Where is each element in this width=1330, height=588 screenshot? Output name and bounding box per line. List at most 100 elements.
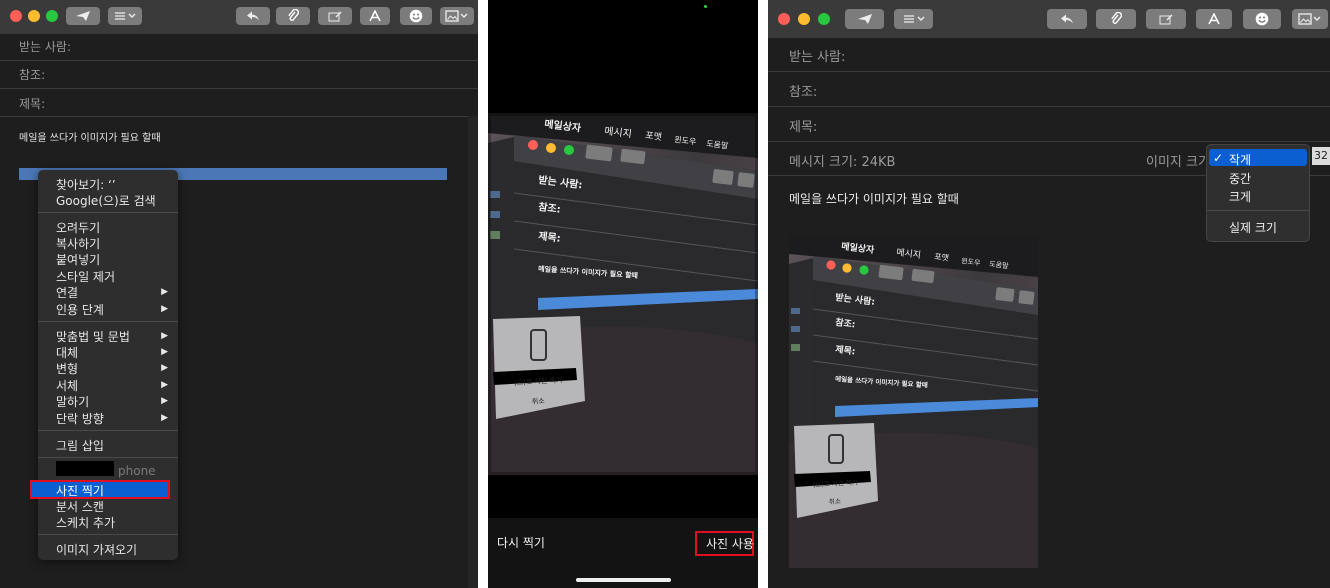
menu-item-spelling-grammar[interactable]: 맞춤법 및 문법 xyxy=(56,328,130,345)
cc-label: 참조: xyxy=(789,85,818,100)
menu-item-take-photo[interactable]: 사진 찍기 xyxy=(56,482,104,499)
photo-popup-cancel: 취소 xyxy=(532,397,546,406)
minimize-window-button[interactable] xyxy=(798,13,810,25)
device-name-suffix: phone xyxy=(118,464,156,478)
size-option-small[interactable]: 작게 xyxy=(1229,151,1251,168)
menu-item-look-up[interactable]: 찾아보기: ‘’ xyxy=(56,176,116,193)
menu-item-substitutions[interactable]: 대체 xyxy=(56,344,78,361)
menu-separator xyxy=(38,430,178,431)
menu-separator xyxy=(38,534,178,535)
send-button[interactable] xyxy=(66,7,100,25)
menu-item-google-search[interactable]: Google(으)로 검색 xyxy=(56,192,156,209)
captured-photo-preview: 메일상자 메시지 포맷 윈도우 도움말 받는 사람: 참조: 제목: 메일을 쓰… xyxy=(488,113,758,475)
dropdown-selected-highlight xyxy=(1209,149,1307,166)
retake-button[interactable]: 다시 찍기 xyxy=(497,534,545,551)
close-window-button[interactable] xyxy=(10,10,22,22)
left-compose-window: 받는 사람: 참조: 제목: 메일을 쓰다가 이미지가 필요 할때 찾아보기: … xyxy=(0,0,478,588)
menu-item-insert-drawing[interactable]: 그림 삽입 xyxy=(56,437,104,454)
markup-button[interactable] xyxy=(318,7,352,25)
zoom-window-button[interactable] xyxy=(818,13,830,25)
menu-separator xyxy=(38,457,178,458)
menu-item-paragraph-direction[interactable]: 단락 방향 xyxy=(56,410,104,427)
menu-item-speech[interactable]: 말하기 xyxy=(56,393,89,410)
photo-menu-format: 포맷 xyxy=(645,130,663,143)
attach-button[interactable] xyxy=(276,7,310,25)
photo-browser-button[interactable] xyxy=(440,7,474,25)
send-button[interactable] xyxy=(845,9,884,29)
cc-field[interactable]: 참조: xyxy=(0,61,478,89)
home-indicator xyxy=(576,578,671,582)
scrollbar-track[interactable] xyxy=(468,116,478,588)
menu-item-transformations[interactable]: 변형 xyxy=(56,360,78,377)
subject-field[interactable]: 제목: xyxy=(768,107,1330,142)
photo-browser-icon xyxy=(445,10,468,22)
zoom-window-button[interactable] xyxy=(46,10,58,22)
menu-item-cut[interactable]: 오려두기 xyxy=(56,219,100,236)
subject-label: 제목: xyxy=(19,97,46,111)
reply-icon xyxy=(247,11,259,21)
close-window-button[interactable] xyxy=(778,13,790,25)
to-field[interactable]: 받는 사람: xyxy=(768,38,1330,72)
list-format-icon xyxy=(115,12,136,20)
size-option-large[interactable]: 크게 xyxy=(1229,188,1251,205)
emoji-button[interactable] xyxy=(1243,9,1281,29)
annotate-icon xyxy=(1159,14,1173,25)
checkmark-icon: ✓ xyxy=(1213,151,1224,165)
send-icon xyxy=(76,11,90,21)
format-list-button[interactable] xyxy=(108,7,142,25)
menu-item-copy[interactable]: 복사하기 xyxy=(56,235,100,252)
cc-label: 참조: xyxy=(19,68,46,82)
phone-camera-screen: 메일상자 메시지 포맷 윈도우 도움말 받는 사람: 참조: 제목: 메일을 쓰… xyxy=(488,0,758,588)
minimize-window-button[interactable] xyxy=(28,10,40,22)
attach-button[interactable] xyxy=(1096,9,1136,29)
to-label: 받는 사람: xyxy=(789,50,846,65)
menu-item-quote-level[interactable]: 인용 단계 xyxy=(56,301,104,318)
size-option-medium[interactable]: 중간 xyxy=(1229,170,1251,187)
emoji-button[interactable] xyxy=(400,7,432,25)
camera-indicator-dot xyxy=(704,5,707,8)
submenu-arrow-icon: ▶ xyxy=(161,304,168,314)
photo-browser-button[interactable] xyxy=(1292,9,1328,29)
menu-item-remove-style[interactable]: 스타일 제거 xyxy=(56,268,115,285)
subject-label: 제목: xyxy=(789,120,818,135)
font-icon xyxy=(1208,13,1220,25)
photo-browser-icon xyxy=(1298,13,1321,25)
font-icon xyxy=(369,10,381,22)
image-size-dropdown: ✓ 작게 중간 크게 실제 크기 xyxy=(1206,144,1310,242)
submenu-arrow-icon: ▶ xyxy=(161,331,168,341)
message-body-text[interactable]: 메일을 쓰다가 이미지가 필요 할때 xyxy=(19,129,161,144)
menu-item-font[interactable]: 서체 xyxy=(56,377,78,394)
fonts-button[interactable] xyxy=(1196,9,1232,29)
menu-item-link[interactable]: 연결 xyxy=(56,284,78,301)
markup-button[interactable] xyxy=(1146,9,1186,29)
message-body-text[interactable]: 메일을 쓰다가 이미지가 필요 할때 xyxy=(789,190,959,207)
redacted-device-name xyxy=(56,461,114,476)
inserted-photo[interactable]: 메일상자 메시지 포맷 윈도우 도움말 받는 사람: 참조: 제목: 메일을 쓰… xyxy=(789,236,1038,568)
menu-item-scan-documents[interactable]: 분서 스캔 xyxy=(56,498,104,515)
submenu-arrow-icon: ▶ xyxy=(161,380,168,390)
paperclip-icon xyxy=(288,9,299,21)
reply-button[interactable] xyxy=(236,7,270,25)
to-label: 받는 사람: xyxy=(19,40,72,54)
menu-item-import-image[interactable]: 이미지 가져오기 xyxy=(56,541,137,558)
paperclip-icon xyxy=(1111,12,1122,24)
emoji-icon xyxy=(1255,12,1269,26)
send-icon xyxy=(857,14,872,24)
subject-field[interactable]: 제목: xyxy=(0,89,478,117)
size-option-actual[interactable]: 실제 크기 xyxy=(1229,219,1277,236)
reply-button[interactable] xyxy=(1047,9,1087,29)
format-list-button[interactable] xyxy=(894,9,933,29)
menu-item-add-sketch[interactable]: 스케치 추가 xyxy=(56,514,115,531)
submenu-arrow-icon: ▶ xyxy=(161,363,168,373)
fonts-button[interactable] xyxy=(360,7,390,25)
menu-separator xyxy=(38,212,178,213)
menu-separator xyxy=(38,321,178,322)
to-field[interactable]: 받는 사람: xyxy=(0,34,478,61)
image-size-popup-button[interactable]: 32 xyxy=(1312,147,1330,165)
annotate-icon xyxy=(328,11,342,22)
photo-take-popup: (으)로 사진 찍기 취소 xyxy=(493,316,585,419)
use-photo-button[interactable]: 사진 사용 xyxy=(706,535,754,552)
cc-field[interactable]: 참조: xyxy=(768,72,1330,107)
photo-popup-cancel: 취소 xyxy=(829,497,842,506)
menu-item-paste[interactable]: 붙여넣기 xyxy=(56,251,100,268)
